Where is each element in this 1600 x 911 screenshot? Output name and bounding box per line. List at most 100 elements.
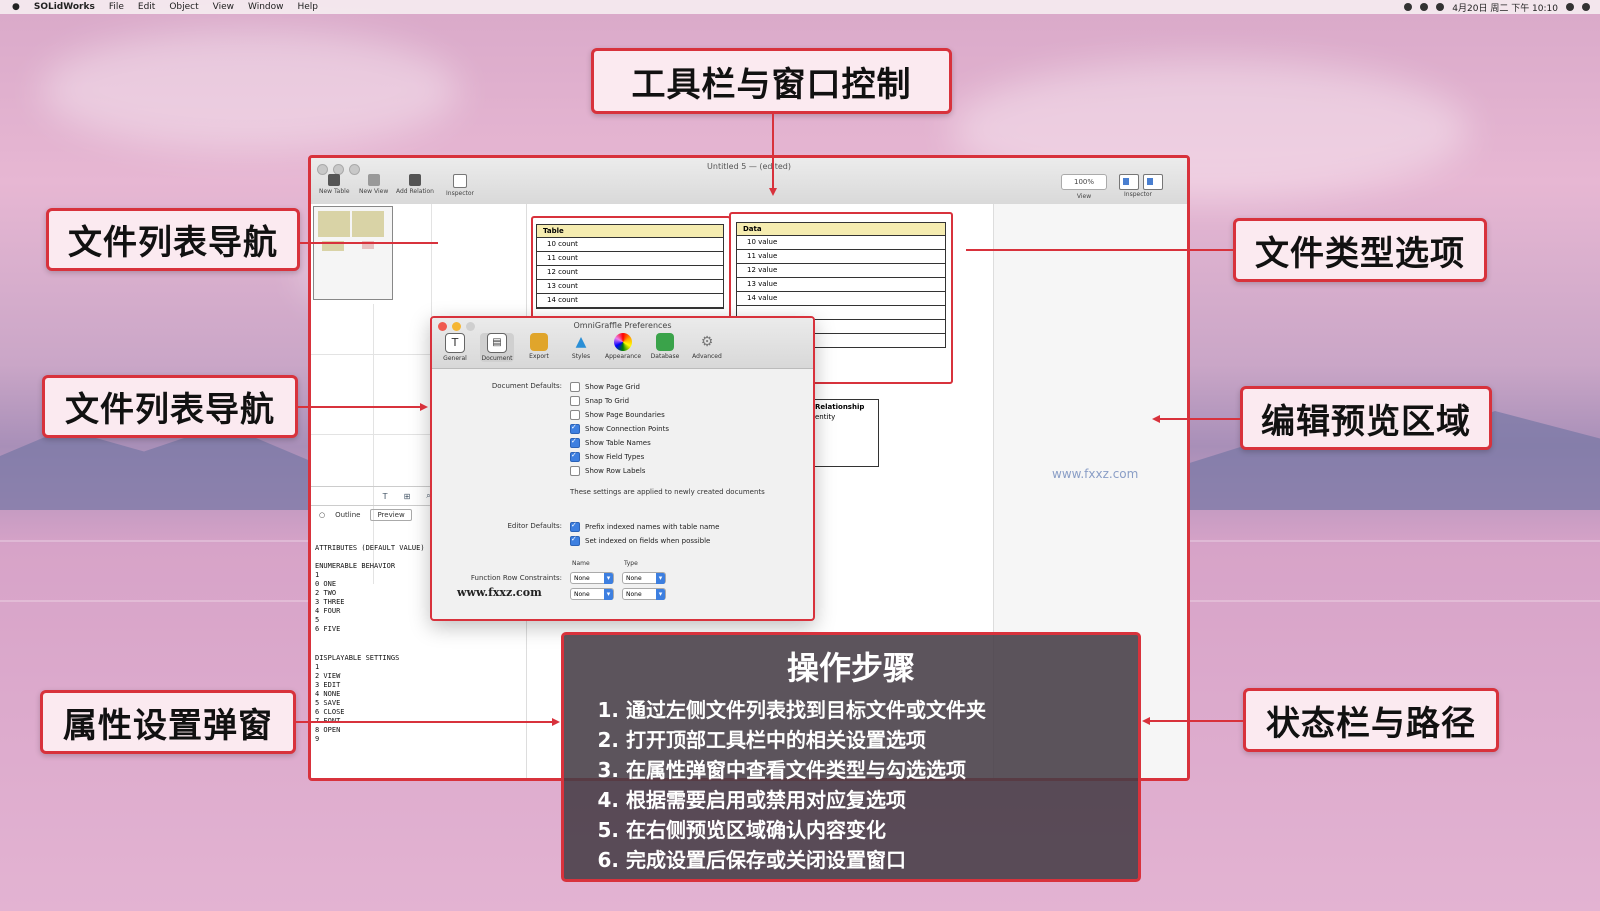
watermark-text: www.fxxz.com xyxy=(1052,467,1139,481)
toolbar-add-relation-button[interactable]: Add Relation xyxy=(396,174,434,195)
node-subtitle: entity xyxy=(815,413,836,421)
menu-window[interactable]: Window xyxy=(248,2,284,12)
dialog-tabs: T General ▤ Document Export ▲ Styles Appear… xyxy=(438,333,724,362)
tab-database[interactable]: Database xyxy=(648,333,682,362)
callout-connector xyxy=(1150,720,1243,722)
select-type-1[interactable]: None xyxy=(622,572,666,584)
menubar-clock[interactable]: 4月20日 周二 下午 10:10 xyxy=(1452,1,1558,14)
status-icon[interactable] xyxy=(1404,3,1413,11)
relationship-node[interactable]: Relationship entity xyxy=(811,399,879,467)
checkbox[interactable] xyxy=(570,382,580,392)
arrow-icon xyxy=(769,188,777,196)
callout-connector xyxy=(1160,418,1240,420)
table-row[interactable]: 14 value xyxy=(737,292,945,306)
checkbox-checked[interactable] xyxy=(570,535,580,546)
option-show-field-types[interactable]: Show Field Types xyxy=(570,451,644,462)
checkbox[interactable] xyxy=(570,410,580,420)
toolbar-inspector-button[interactable]: Inspector xyxy=(446,174,474,197)
document-defaults-label: Document Defaults: xyxy=(491,382,562,390)
table-row[interactable]: 14 count xyxy=(537,294,723,308)
step-item: 打开顶部工具栏中的相关设置选项 xyxy=(626,725,1138,755)
checkbox-checked[interactable] xyxy=(570,423,580,434)
tab-document[interactable]: ▤ Document xyxy=(480,333,514,362)
shapes-icon: ▲ xyxy=(575,334,587,350)
toolbar-new-table-button[interactable]: New Table xyxy=(319,174,350,195)
checkbox-checked[interactable] xyxy=(570,521,580,532)
grid-tool-icon[interactable]: ⊞ xyxy=(404,492,411,501)
text-tool-icon[interactable]: T xyxy=(383,492,388,501)
status-icon[interactable] xyxy=(1420,3,1429,11)
checkbox-checked[interactable] xyxy=(570,451,580,462)
option-show-page-grid[interactable]: Show Page Grid xyxy=(570,382,640,392)
option-show-row-labels[interactable]: Show Row Labels xyxy=(570,466,645,476)
sidebar-toggle-button[interactable] xyxy=(1119,174,1139,190)
checkbox[interactable] xyxy=(570,396,580,406)
menu-edit[interactable]: Edit xyxy=(138,2,155,12)
table-row[interactable]: 11 value xyxy=(737,250,945,264)
table-row[interactable]: 10 value xyxy=(737,236,945,250)
option-show-page-boundaries[interactable]: Show Page Boundaries xyxy=(570,410,665,420)
menu-object[interactable]: Object xyxy=(169,2,198,12)
apple-icon[interactable]: ● xyxy=(12,2,20,12)
callout-file-type: 文件类型选项 xyxy=(1233,218,1487,282)
tab-appearance[interactable]: Appearance xyxy=(605,333,641,362)
table-row[interactable]: 11 count xyxy=(537,252,723,266)
menu-view[interactable]: View xyxy=(213,2,234,12)
inspector-icon xyxy=(453,174,467,188)
menu-help[interactable]: Help xyxy=(298,2,319,12)
notification-icon[interactable] xyxy=(1582,3,1590,11)
tab-outline[interactable]: Outline xyxy=(335,511,360,519)
document-icon: ▤ xyxy=(487,333,507,353)
editor-defaults-label: Editor Defaults: xyxy=(507,522,562,530)
defaults-note: These settings are applied to newly crea… xyxy=(570,488,765,496)
callout-connector xyxy=(298,406,420,408)
inspector-toggle-button[interactable] xyxy=(1143,174,1163,190)
table-row[interactable]: 13 value xyxy=(737,278,945,292)
option-snap-to-grid[interactable]: Snap To Grid xyxy=(570,396,629,406)
callout-preview-area: 编辑预览区域 xyxy=(1240,386,1492,450)
color-wheel-icon xyxy=(614,333,632,351)
steps-title: 操作步骤 xyxy=(786,649,915,687)
checkbox[interactable] xyxy=(570,466,580,476)
tab-advanced[interactable]: ⚙ Advanced xyxy=(690,333,724,362)
table-row[interactable]: 12 value xyxy=(737,264,945,278)
grid-line xyxy=(373,304,374,584)
select-name-1[interactable]: None xyxy=(570,572,614,584)
option-prefix-indexed-names[interactable]: Prefix indexed names with table name xyxy=(570,521,719,532)
checkbox-checked[interactable] xyxy=(570,437,580,448)
callout-properties-popup: 属性设置弹窗 xyxy=(40,690,296,754)
panel-toggles xyxy=(1119,174,1163,190)
select-name-2[interactable]: None xyxy=(570,588,614,600)
step-item: 通过左侧文件列表找到目标文件或文件夹 xyxy=(626,695,1138,725)
steps-list: 通过左侧文件列表找到目标文件或文件夹 打开顶部工具栏中的相关设置选项 在属性弹窗… xyxy=(564,695,1138,875)
page-thumbnail[interactable] xyxy=(313,206,393,300)
refresh-icon[interactable]: ○ xyxy=(319,511,325,519)
table-row[interactable]: 12 count xyxy=(537,266,723,280)
column-head-type: Type xyxy=(624,560,638,567)
table-row[interactable]: 13 count xyxy=(537,280,723,294)
callout-connector xyxy=(772,114,774,190)
option-set-indexed-fields[interactable]: Set indexed on fields when possible xyxy=(570,535,710,546)
menu-app-name[interactable]: SOLidWorks xyxy=(34,2,95,12)
gear-icon: ⚙ xyxy=(700,334,714,350)
tab-preview[interactable]: Preview xyxy=(370,509,412,521)
table-row[interactable]: 10 count xyxy=(537,238,723,252)
status-icon[interactable] xyxy=(1436,3,1445,11)
dialog-title: OmniGraffle Preferences xyxy=(573,321,672,330)
search-icon[interactable] xyxy=(1566,3,1574,11)
option-show-connection-points[interactable]: Show Connection Points xyxy=(570,423,669,434)
tab-general[interactable]: T General xyxy=(438,333,472,362)
option-show-table-names[interactable]: Show Table Names xyxy=(570,437,651,448)
table-left[interactable]: Table 10 count 11 count 12 count 13 coun… xyxy=(536,224,724,309)
thumb-table xyxy=(352,211,384,237)
zoom-control[interactable]: 100% View xyxy=(1061,174,1107,200)
tab-export[interactable]: Export xyxy=(522,333,556,362)
select-type-2[interactable]: None xyxy=(622,588,666,600)
menu-file[interactable]: File xyxy=(109,2,124,12)
steps-panel: 操作步骤 通过左侧文件列表找到目标文件或文件夹 打开顶部工具栏中的相关设置选项 … xyxy=(561,632,1141,882)
toolbar-new-view-button[interactable]: New View xyxy=(359,174,388,195)
tab-styles[interactable]: ▲ Styles xyxy=(564,333,598,362)
callout-status-bar: 状态栏与路径 xyxy=(1243,688,1499,752)
arrow-icon xyxy=(552,718,560,726)
table-icon xyxy=(328,174,341,186)
